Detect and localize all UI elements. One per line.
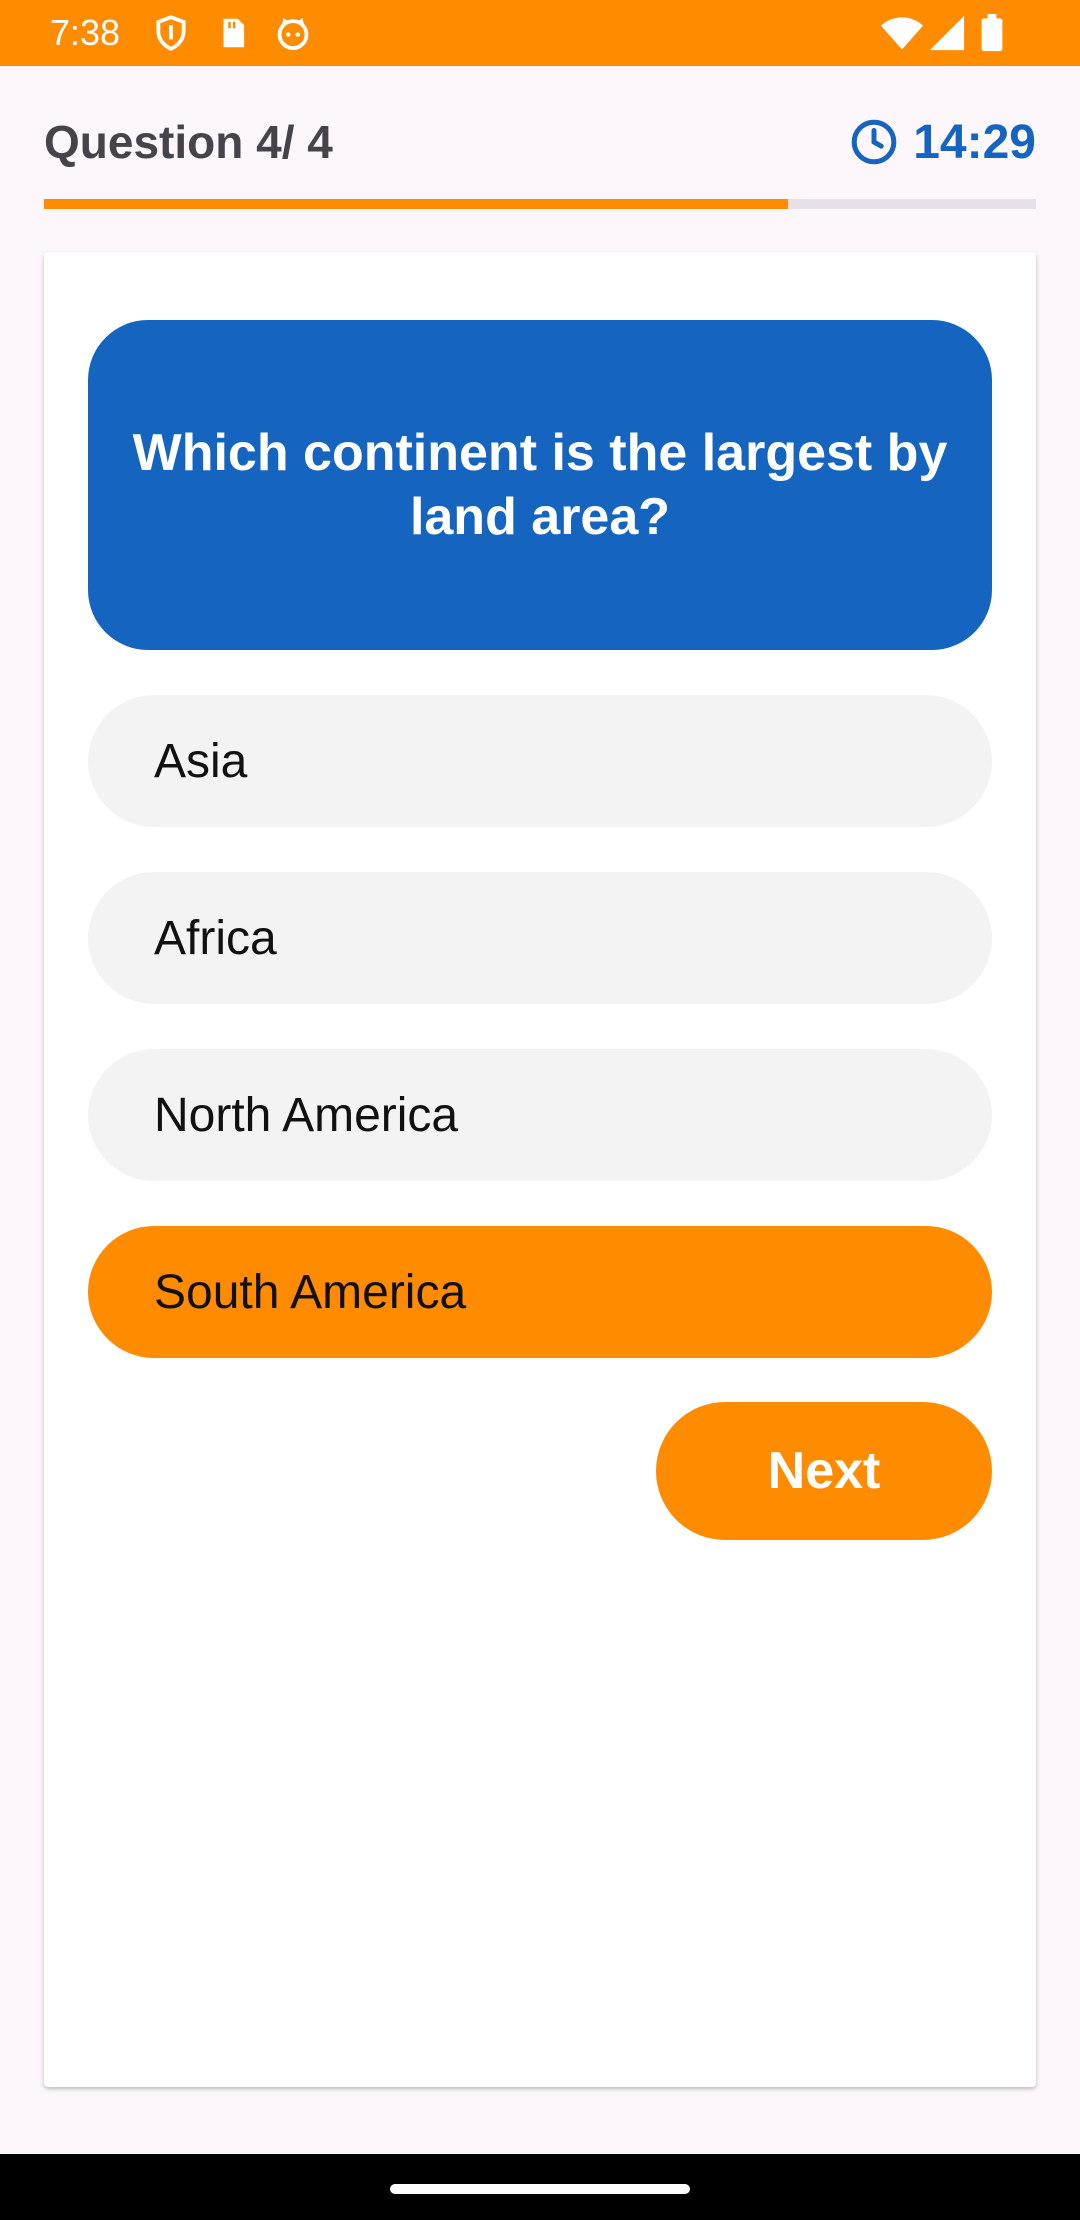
timer: 14:29: [849, 112, 1036, 172]
quiz-progress-bar: [44, 199, 1036, 209]
answer-option-label: Asia: [154, 734, 248, 788]
cat-face-icon: [274, 14, 312, 52]
next-button[interactable]: Next: [656, 1402, 992, 1540]
answer-option-africa[interactable]: Africa: [88, 872, 992, 1004]
quiz-card: Which continent is the largest by land a…: [44, 252, 1036, 2087]
status-bar: 7:38: [0, 0, 1080, 66]
navigation-bar: [0, 2154, 1080, 2220]
answer-option-north-america[interactable]: North America: [88, 1049, 992, 1181]
answer-option-asia[interactable]: Asia: [88, 695, 992, 827]
home-gesture-handle[interactable]: [390, 2184, 690, 2194]
battery-icon: [978, 14, 1006, 52]
answer-option-south-america[interactable]: South America: [88, 1226, 992, 1358]
signal-icon: [928, 14, 966, 52]
question-text: Which continent is the largest by land a…: [132, 424, 948, 546]
sd-card-icon: [214, 14, 252, 52]
answer-option-label: North America: [154, 1088, 459, 1142]
quiz-progress-fill: [44, 199, 788, 209]
question-counter: Question 4/ 4: [44, 116, 333, 168]
wifi-icon: [880, 14, 924, 52]
status-time: 7:38: [50, 12, 121, 53]
shield-icon: [152, 14, 190, 52]
answer-option-label: Africa: [154, 911, 277, 965]
question-box: Which continent is the largest by land a…: [88, 320, 992, 650]
clock-icon: [851, 119, 897, 165]
timer-value: 14:29: [913, 115, 1036, 169]
answer-option-label: South America: [154, 1265, 467, 1319]
